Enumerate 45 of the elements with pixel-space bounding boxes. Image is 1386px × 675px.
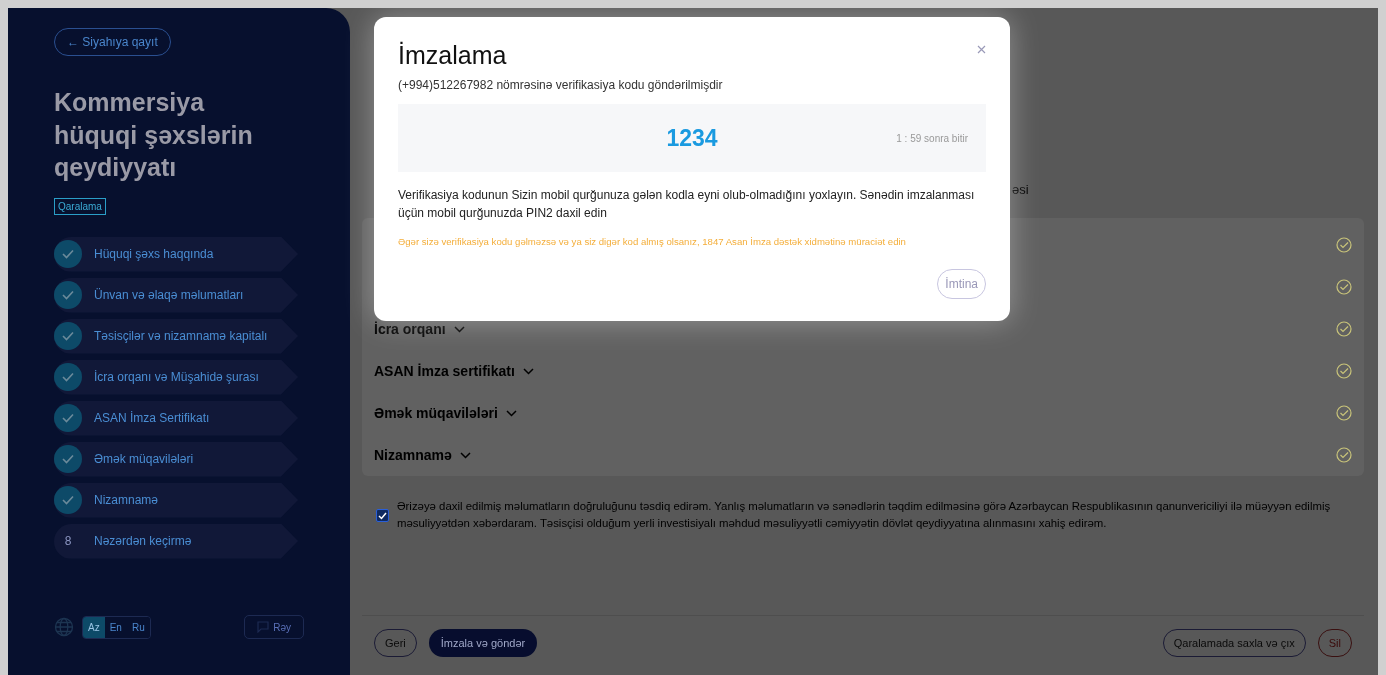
save-draft-button[interactable]: Qaralamada saxla və çıx (1162, 629, 1306, 657)
cancel-button[interactable]: İmtina (937, 269, 986, 299)
step-item[interactable]: Ünvan və əlaqə məlumatları (54, 277, 298, 313)
status-badge: Qaralama (54, 197, 106, 215)
feedback-button[interactable]: Rəy (244, 615, 304, 639)
step-label: İcra orqanı və Müşahidə şurası (94, 370, 259, 384)
step-label: Nəzərdən keçirmə (94, 534, 192, 548)
step-item[interactable]: Əmək müqavilələri (54, 441, 298, 477)
section-toggle[interactable]: İcra orqanı (374, 321, 465, 337)
warning-text: Əgər sizə verifikasiya kodu gəlməzsə və ya siz digər kod almış olsanız, 1847 Asan İmza dəstək xidmətinə müraciət edin (398, 236, 907, 247)
chevron-down-icon (505, 409, 517, 417)
page-title: Kommersiya hüquqi şəxslərin qeydiyyatı (54, 87, 254, 183)
chevron-down-icon (453, 325, 465, 333)
step-item[interactable]: İcra orqanı və Müşahidə şurası (54, 359, 298, 395)
section-heading: əsi (1012, 182, 1029, 197)
sign-send-button[interactable]: İmzala və göndər (428, 629, 538, 657)
step-item[interactable]: ASAN İmza Sertifikatı (54, 400, 298, 436)
step-label: Nizamnamə (94, 493, 159, 507)
section-toggle[interactable]: ASAN İmza sertifikatı (374, 363, 534, 379)
chevron-down-icon (459, 451, 471, 459)
verification-code: 1234 (666, 124, 718, 152)
step-label: Əmək müqavilələri (94, 452, 194, 466)
language-tab[interactable]: Az (83, 616, 105, 638)
countdown-timer: 1 : 59 sonra bitir (896, 132, 968, 144)
step-item[interactable]: Hüquqi şəxs haqqında (54, 236, 298, 272)
chevron-down-icon (522, 367, 534, 375)
step-item[interactable]: Təsisçilər və nizamnamə kapitalı (54, 318, 298, 354)
instruction-text: Verifikasiya kodunun Sizin mobil qurğunuza gələn kodla eyni olub-olmadığını yoxlayın. Sənədin imzalanması üçün mobil qurğunuzda PIN2 daxil edin (398, 187, 976, 222)
back-button[interactable]: Geri (374, 629, 417, 657)
step-label: ASAN İmza Sertifikatı (94, 411, 210, 425)
close-icon[interactable] (977, 45, 986, 54)
dialog-title: İmzalama (398, 41, 507, 70)
consent-text: Ərizəyə daxil edilmiş məlumatların doğruluğunu təsdiq edirəm. Yanlış məlumatların və sənədlərin təqdim edilməsinə görə Azərbaycan Respublikasının qanunvericiliyi ilə müəyyən edilmiş məsuliyyətdən xəbərdaram. Təsisçisi olduğum yerli investisiyalı məhdud məsuliyyətli cəmiyyətin dövlət qeydiyyatına alınmasını xahiş edirəm. (397, 499, 1332, 531)
step-number: 8 (63, 533, 73, 550)
chat-icon (257, 621, 270, 633)
step-item[interactable]: Nizamnamə (54, 482, 298, 518)
step-label: Hüquqi şəxs haqqında (94, 247, 214, 261)
step-label: Təsisçilər və nizamnamə kapitalı (94, 329, 268, 343)
step-item[interactable]: 8 Nəzərdən keçirmə (54, 523, 298, 559)
dialog-subtitle: (+994)512267982 nömrəsinə verifikasiya kodu göndərilmişdir (398, 78, 724, 92)
step-label: Ünvan və əlaqə məlumatları (94, 288, 244, 302)
section-toggle[interactable]: Nizamnamə (374, 447, 471, 463)
globe-icon[interactable] (54, 617, 74, 637)
consent-checkbox[interactable] (376, 509, 389, 522)
section-toggle[interactable]: Əmək müqavilələri (374, 405, 517, 421)
